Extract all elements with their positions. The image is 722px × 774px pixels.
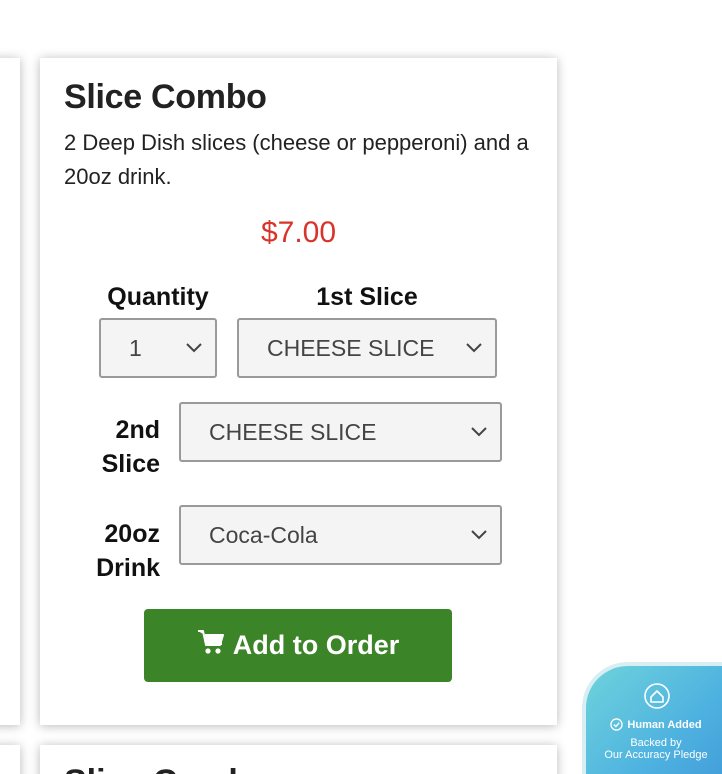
- first-slice-label: 1st Slice: [316, 283, 418, 311]
- chevron-down-icon: [186, 343, 202, 353]
- item-price: $7.00: [260, 216, 337, 249]
- human-added-row: Human Added: [586, 718, 722, 731]
- backed-by-text: Backed by Our Accuracy Pledge: [586, 737, 722, 761]
- second-slice-label-line2: Slice: [101, 450, 160, 478]
- drink-label: 20oz Drink: [70, 517, 160, 585]
- home-icon: [644, 683, 670, 709]
- second-slice-label-line1: 2nd: [115, 416, 160, 444]
- add-to-order-label: Add to Order: [232, 630, 400, 660]
- item-description: 2 Deep Dish slices (cheese or pepperoni)…: [64, 130, 529, 189]
- previous-menu-card: [0, 58, 20, 725]
- chevron-down-icon: [471, 530, 487, 540]
- second-slice-label: 2nd Slice: [70, 413, 160, 481]
- backed-line1: Backed by: [630, 737, 682, 749]
- next-menu-card: Slice Comb: [40, 745, 557, 774]
- chevron-down-icon: [471, 427, 487, 437]
- chevron-down-icon: [466, 343, 482, 353]
- quantity-label: Quantity: [107, 283, 209, 311]
- second-slice-value: CHEESE SLICE: [209, 418, 377, 445]
- next-item-title: Slice Comb: [64, 763, 249, 774]
- previous-menu-card-bottom: [0, 745, 20, 774]
- drink-value: Coca-Cola: [209, 521, 318, 548]
- first-slice-value: CHEESE SLICE: [267, 334, 435, 361]
- second-slice-select[interactable]: CHEESE SLICE: [179, 402, 502, 462]
- cart-icon: [197, 629, 224, 654]
- check-circle-icon: [610, 718, 624, 731]
- accuracy-pledge-badge[interactable]: Human Added Backed by Our Accuracy Pledg…: [582, 662, 722, 774]
- page: Slice Combo 2 Deep Dish slices (cheese o…: [0, 0, 722, 774]
- backed-line2: Our Accuracy Pledge: [604, 749, 708, 761]
- quantity-value: 1: [129, 334, 142, 361]
- add-to-order-button[interactable]: Add to Order: [144, 609, 452, 682]
- first-slice-select[interactable]: CHEESE SLICE: [237, 318, 497, 378]
- menu-item-card: Slice Combo 2 Deep Dish slices (cheese o…: [40, 58, 557, 725]
- quantity-select[interactable]: 1: [99, 318, 217, 378]
- drink-label-line2: Drink: [96, 554, 160, 582]
- human-added-text: Human Added: [627, 718, 702, 731]
- drink-select[interactable]: Coca-Cola: [179, 505, 502, 565]
- drink-label-line1: 20oz: [104, 520, 160, 548]
- item-title: Slice Combo: [64, 78, 267, 116]
